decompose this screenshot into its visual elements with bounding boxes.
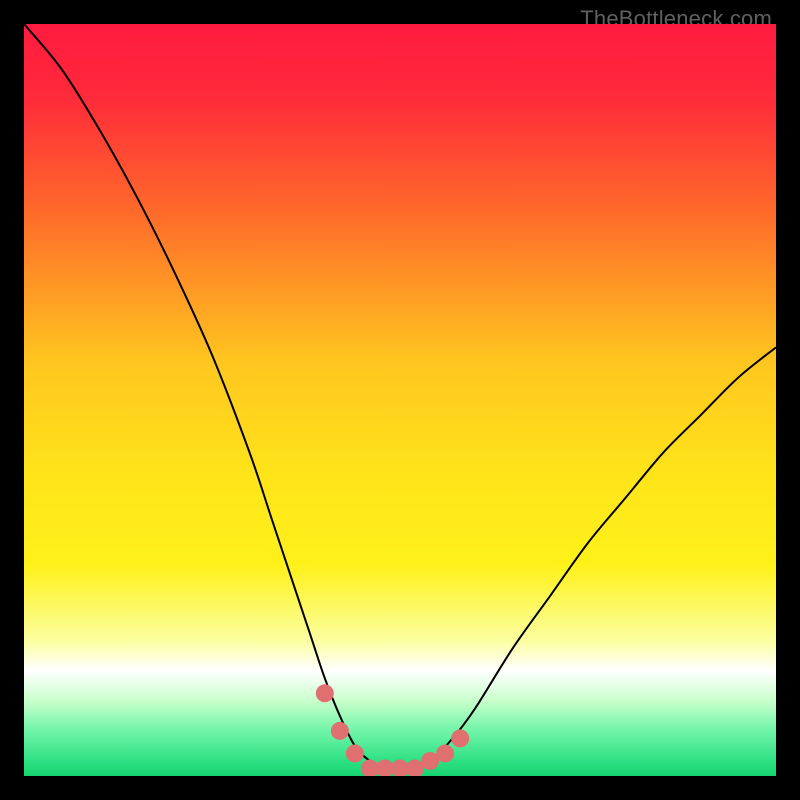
chart-stage: TheBottleneck.com — [0, 0, 800, 800]
highlight-point — [331, 722, 349, 740]
highlight-point — [316, 684, 334, 702]
highlight-point — [346, 744, 364, 762]
highlight-point — [451, 729, 469, 747]
plot-background — [24, 24, 776, 776]
plot-area — [24, 24, 776, 776]
highlight-point — [436, 744, 454, 762]
